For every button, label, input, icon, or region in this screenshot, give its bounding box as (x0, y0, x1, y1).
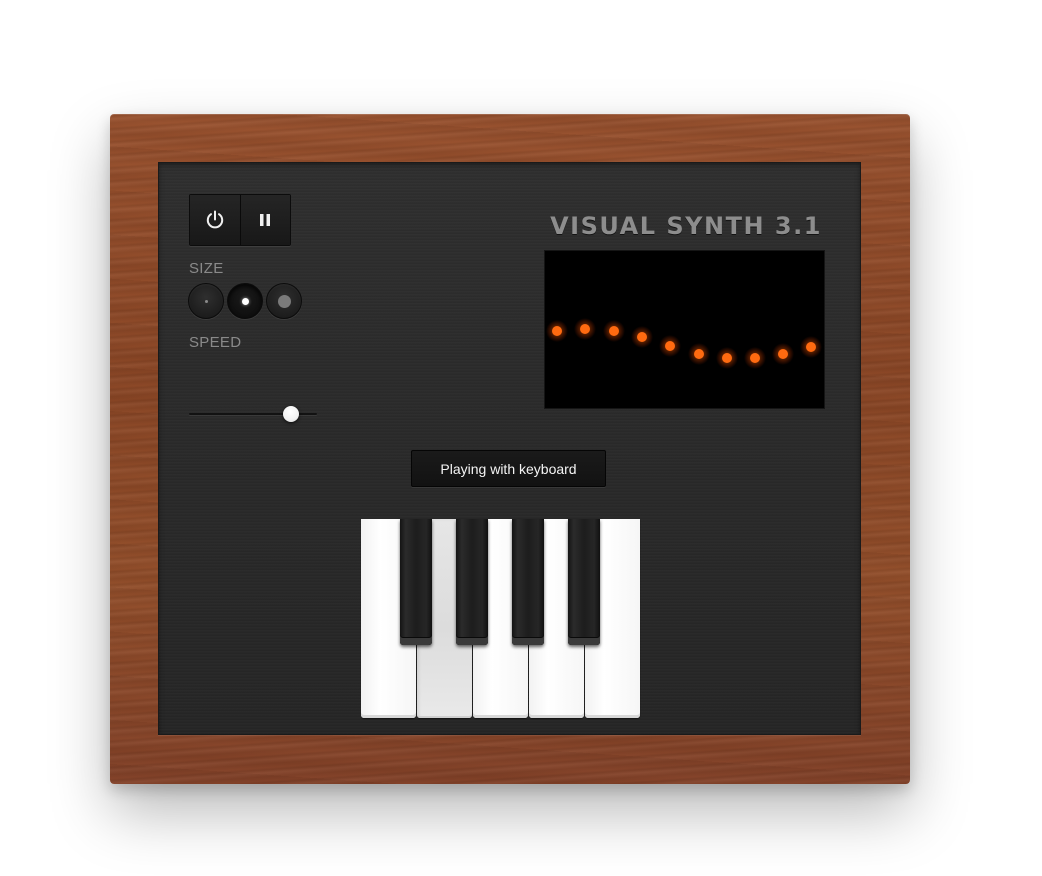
speed-label: SPEED (189, 334, 242, 351)
black-key-4[interactable] (568, 519, 600, 645)
synth-panel: SIZE SPEED VISUAL SYNTH 3.1 Playing with… (158, 162, 861, 735)
medium-dot-icon (241, 297, 249, 305)
speed-slider[interactable] (189, 406, 317, 427)
visualizer-dot (665, 341, 675, 351)
app-title: VISUAL SYNTH 3.1 (550, 212, 822, 240)
size-medium-button[interactable] (227, 283, 263, 319)
power-button[interactable] (190, 195, 240, 245)
visualizer-dot (609, 326, 619, 336)
power-icon (204, 209, 226, 231)
visualizer-dot (778, 349, 788, 359)
size-selector (188, 283, 302, 319)
large-dot-icon (277, 294, 291, 308)
visualizer-canvas (546, 318, 822, 369)
visualizer-screen (545, 251, 824, 408)
keyboard-mode-button[interactable]: Playing with keyboard (411, 450, 606, 487)
piano-keyboard (361, 519, 643, 720)
speed-slider-thumb[interactable] (283, 406, 299, 422)
visualizer-dot (580, 324, 590, 334)
small-dot-icon (204, 299, 208, 303)
visualizer-dot (750, 353, 760, 363)
pause-button[interactable] (239, 195, 290, 245)
black-key-1[interactable] (400, 519, 432, 645)
black-key-3[interactable] (512, 519, 544, 645)
stage: SIZE SPEED VISUAL SYNTH 3.1 Playing with… (0, 0, 1042, 876)
size-small-button[interactable] (188, 283, 224, 319)
size-label: SIZE (189, 260, 224, 277)
visualizer-dot (722, 353, 732, 363)
size-large-button[interactable] (266, 283, 302, 319)
visualizer-dot (552, 326, 562, 336)
visualizer-dot (806, 342, 816, 352)
visualizer-dot (637, 332, 647, 342)
black-key-2[interactable] (456, 519, 488, 645)
synth-cabinet: SIZE SPEED VISUAL SYNTH 3.1 Playing with… (110, 114, 910, 784)
visualizer-dot (694, 349, 704, 359)
pause-icon (257, 212, 273, 228)
transport-buttons (189, 194, 291, 246)
